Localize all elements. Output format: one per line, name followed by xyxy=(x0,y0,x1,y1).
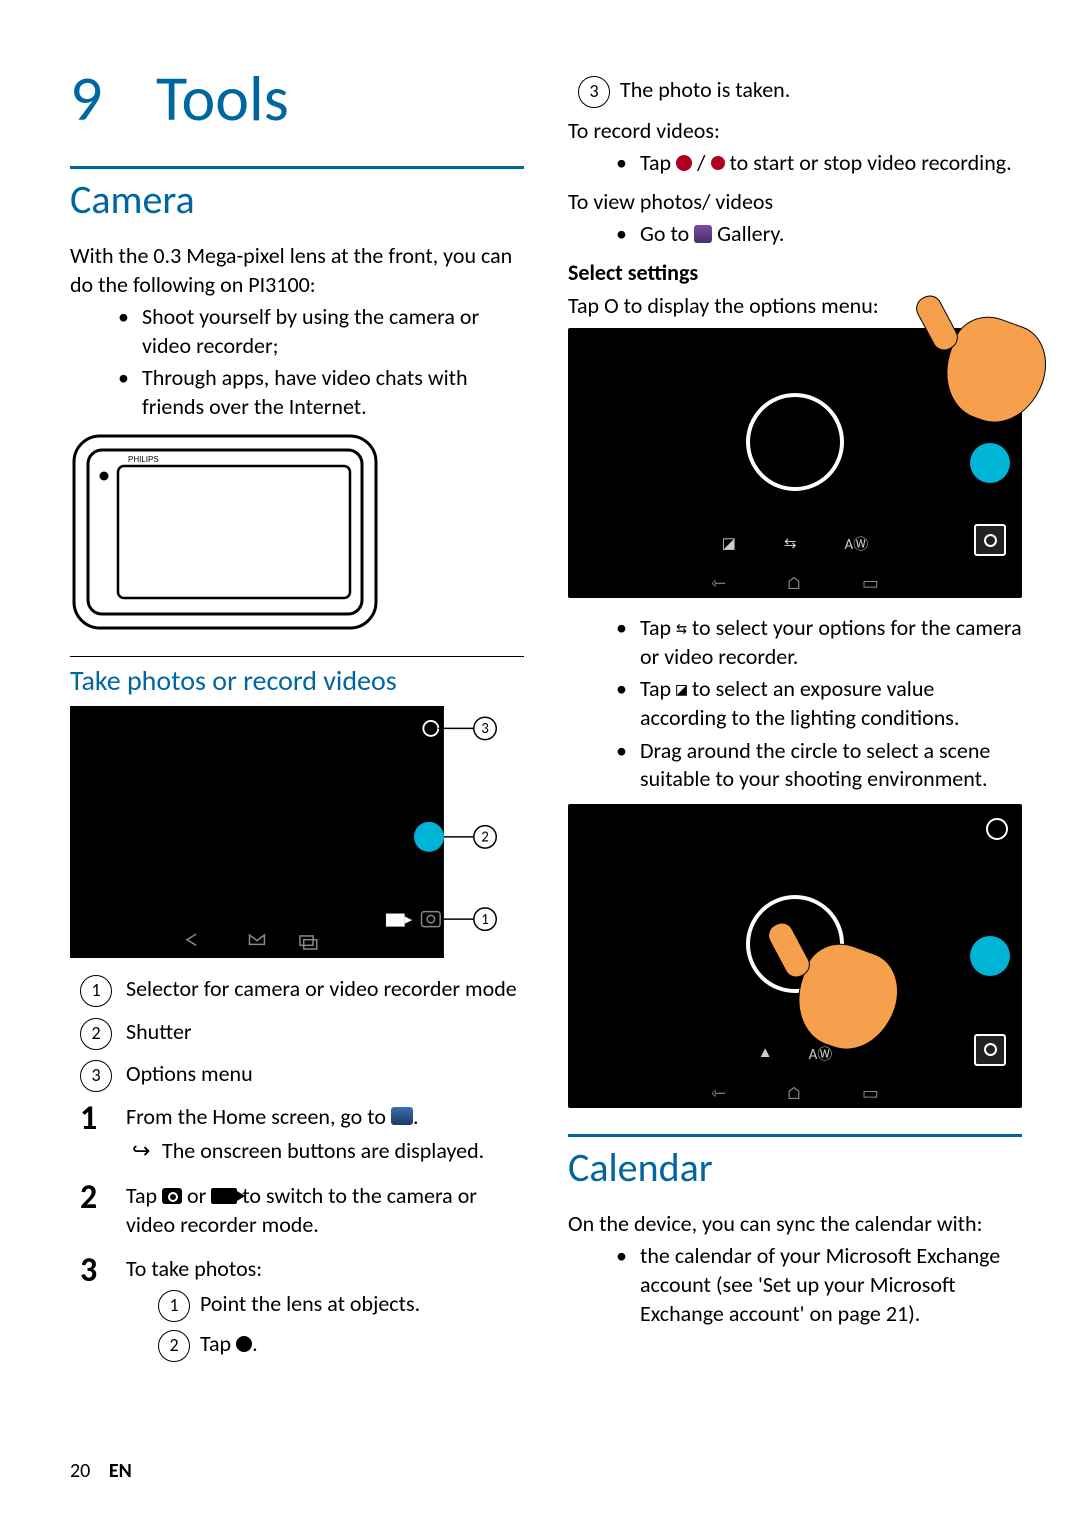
callout-2: 2Shutter xyxy=(80,1018,524,1047)
record-dot-icon xyxy=(676,155,692,171)
view-bullet: Go to Gallery. xyxy=(616,220,1022,249)
step-3-3-text: The photo is taken. xyxy=(620,76,790,103)
intro-bullet-2: Through apps, have video chats with frie… xyxy=(118,364,524,421)
step-3-1: 1Point the lens at objects. xyxy=(158,1290,524,1319)
steps-list: 1 From the Home screen, go to . The onsc… xyxy=(70,1103,524,1359)
chapter-title: Tools xyxy=(156,60,289,138)
device-illustration: PHILIPS xyxy=(70,432,380,632)
shutter-button-icon xyxy=(970,443,1010,483)
section-camera: Camera xyxy=(70,175,524,224)
step-2-b: or xyxy=(182,1182,211,1209)
callout-2-text: Shutter xyxy=(126,1018,192,1045)
page-lang: EN xyxy=(109,1459,132,1483)
gallery-icon xyxy=(694,225,712,243)
view-a: Go to xyxy=(640,220,694,247)
camera-thumbnail-icon-2 xyxy=(974,1034,1006,1066)
hand-drag-icon xyxy=(768,925,898,1055)
camera-mode-icon xyxy=(162,1188,182,1204)
hand-pointer-icon xyxy=(916,298,1046,428)
camera-callout-figure: 1 2 3 xyxy=(70,706,500,963)
android-navbar-icons-2: ⇽⌂▭ xyxy=(568,1078,1022,1108)
page-number: 20 xyxy=(70,1459,90,1483)
callout-legend: 1Selector for camera or video recorder m… xyxy=(70,975,524,1089)
step-3-3: 3The photo is taken. xyxy=(578,76,1022,105)
section-calendar: Calendar xyxy=(568,1143,1022,1192)
opt-bullet-scene: Drag around the circle to select a scene… xyxy=(616,737,1022,794)
step-2-a: Tap xyxy=(126,1182,162,1209)
calendar-bullets: the calendar of your Microsoft Exchange … xyxy=(568,1242,1022,1328)
android-navbar-icons: ⇽⌂▭ xyxy=(568,568,1022,598)
callout-1: 1Selector for camera or video recorder m… xyxy=(80,975,524,1004)
page-footer: 20 EN xyxy=(70,1459,132,1483)
step-3-3-wrap: 3The photo is taken. xyxy=(568,76,1022,105)
video-mode-icon xyxy=(211,1188,237,1204)
options-menu-figure: ◪ ⇆ AⓌ ⇽⌂▭ xyxy=(568,328,1022,598)
intro-bullet-1: Shoot yourself by using the camera or vi… xyxy=(118,303,524,360)
chapter-heading: 9Tools xyxy=(70,60,524,138)
device-brand-label: PHILIPS xyxy=(128,455,159,464)
shutter-dot-icon xyxy=(236,1336,252,1352)
divider-calendar xyxy=(568,1134,1022,1137)
select-settings-head: Select settings xyxy=(568,259,1022,288)
camera-app-icon xyxy=(391,1107,413,1125)
view-head: To view photos/ videos xyxy=(568,188,1022,217)
shutter-button-icon-2 xyxy=(970,936,1010,976)
step-3-2-a: Tap xyxy=(200,1330,236,1357)
exposure-mini-icon: ◪ xyxy=(722,534,736,553)
opt-b2: to select an exposure value according to… xyxy=(640,675,959,731)
callout-3: 3Options menu xyxy=(80,1060,524,1089)
options-ring-icon-2 xyxy=(986,818,1008,840)
step-3-1-text: Point the lens at objects. xyxy=(200,1290,420,1317)
manual-page: 9Tools Camera With the 0.3 Mega-pixel le… xyxy=(0,0,1080,1527)
chapter-number: 9 xyxy=(70,60,156,138)
calendar-bullet-1: the calendar of your Microsoft Exchange … xyxy=(616,1242,1022,1328)
control-row-icons: ◪ ⇆ AⓌ xyxy=(722,533,868,554)
subsection-take-photos: Take photos or record videos xyxy=(70,663,524,698)
record-bullets: Tap / to start or stop video recording. xyxy=(568,149,1022,178)
right-column: 3The photo is taken. To record videos: T… xyxy=(568,60,1022,1487)
record-dot-small-icon xyxy=(711,156,725,170)
svg-text:1: 1 xyxy=(481,910,489,928)
options-bullets: Tap ⇆ to select your options for the cam… xyxy=(568,614,1022,794)
sliders-icon: ⇆ xyxy=(676,617,687,640)
step-2: 2 Tap or to switch to the camera or vide… xyxy=(80,1182,524,1239)
shutter-ring-icon xyxy=(746,393,844,491)
exposure-icon: ◪ xyxy=(676,678,687,701)
opt-a2: to select your options for the camera or… xyxy=(640,614,1022,670)
record-a: Tap xyxy=(640,149,676,176)
record-bullet: Tap / to start or stop video recording. xyxy=(616,149,1022,178)
sliders-mini-icon: ⇆ xyxy=(784,534,797,553)
opt-bullet-exposure: Tap ◪ to select an exposure value accord… xyxy=(616,675,1022,732)
scene-drag-figure: ▲AⓌ ⇽⌂▭ xyxy=(568,804,1022,1108)
opt-a1: Tap xyxy=(640,614,676,641)
camera-intro-bullets: Shoot yourself by using the camera or vi… xyxy=(70,303,524,421)
divider-top xyxy=(70,166,524,169)
step-1: 1 From the Home screen, go to . The onsc… xyxy=(80,1103,524,1166)
step-3-2-b: . xyxy=(252,1330,258,1357)
calendar-intro: On the device, you can sync the calendar… xyxy=(568,1210,1022,1239)
record-c: to start or stop video recording. xyxy=(725,149,1012,176)
camera-thumbnail-icon xyxy=(974,524,1006,556)
divider-sub xyxy=(70,656,524,657)
view-bullets: Go to Gallery. xyxy=(568,220,1022,249)
scene-mini-icon: AⓌ xyxy=(845,533,869,554)
view-b: Gallery. xyxy=(712,220,784,247)
opt-bullet-sliders: Tap ⇆ to select your options for the cam… xyxy=(616,614,1022,671)
step-3: 3 To take photos: 1Point the lens at obj… xyxy=(80,1255,524,1359)
record-b: / xyxy=(692,149,710,176)
step-1-result: The onscreen buttons are displayed. xyxy=(126,1137,524,1166)
step-1-text-a: From the Home screen, go to xyxy=(126,1103,391,1130)
camera-intro: With the 0.3 Mega-pixel lens at the fron… xyxy=(70,242,524,299)
step-3-head: To take photos: xyxy=(126,1255,262,1282)
step-3-2: 2Tap . xyxy=(158,1330,524,1359)
callout-1-text: Selector for camera or video recorder mo… xyxy=(126,975,517,1002)
step-1-text-a-tail: . xyxy=(413,1103,419,1130)
opt-b1: Tap xyxy=(640,675,676,702)
left-column: 9Tools Camera With the 0.3 Mega-pixel le… xyxy=(70,60,524,1487)
svg-text:2: 2 xyxy=(481,828,489,846)
callout-3-text: Options menu xyxy=(126,1060,253,1087)
svg-text:3: 3 xyxy=(481,720,489,738)
record-head: To record videos: xyxy=(568,117,1022,146)
